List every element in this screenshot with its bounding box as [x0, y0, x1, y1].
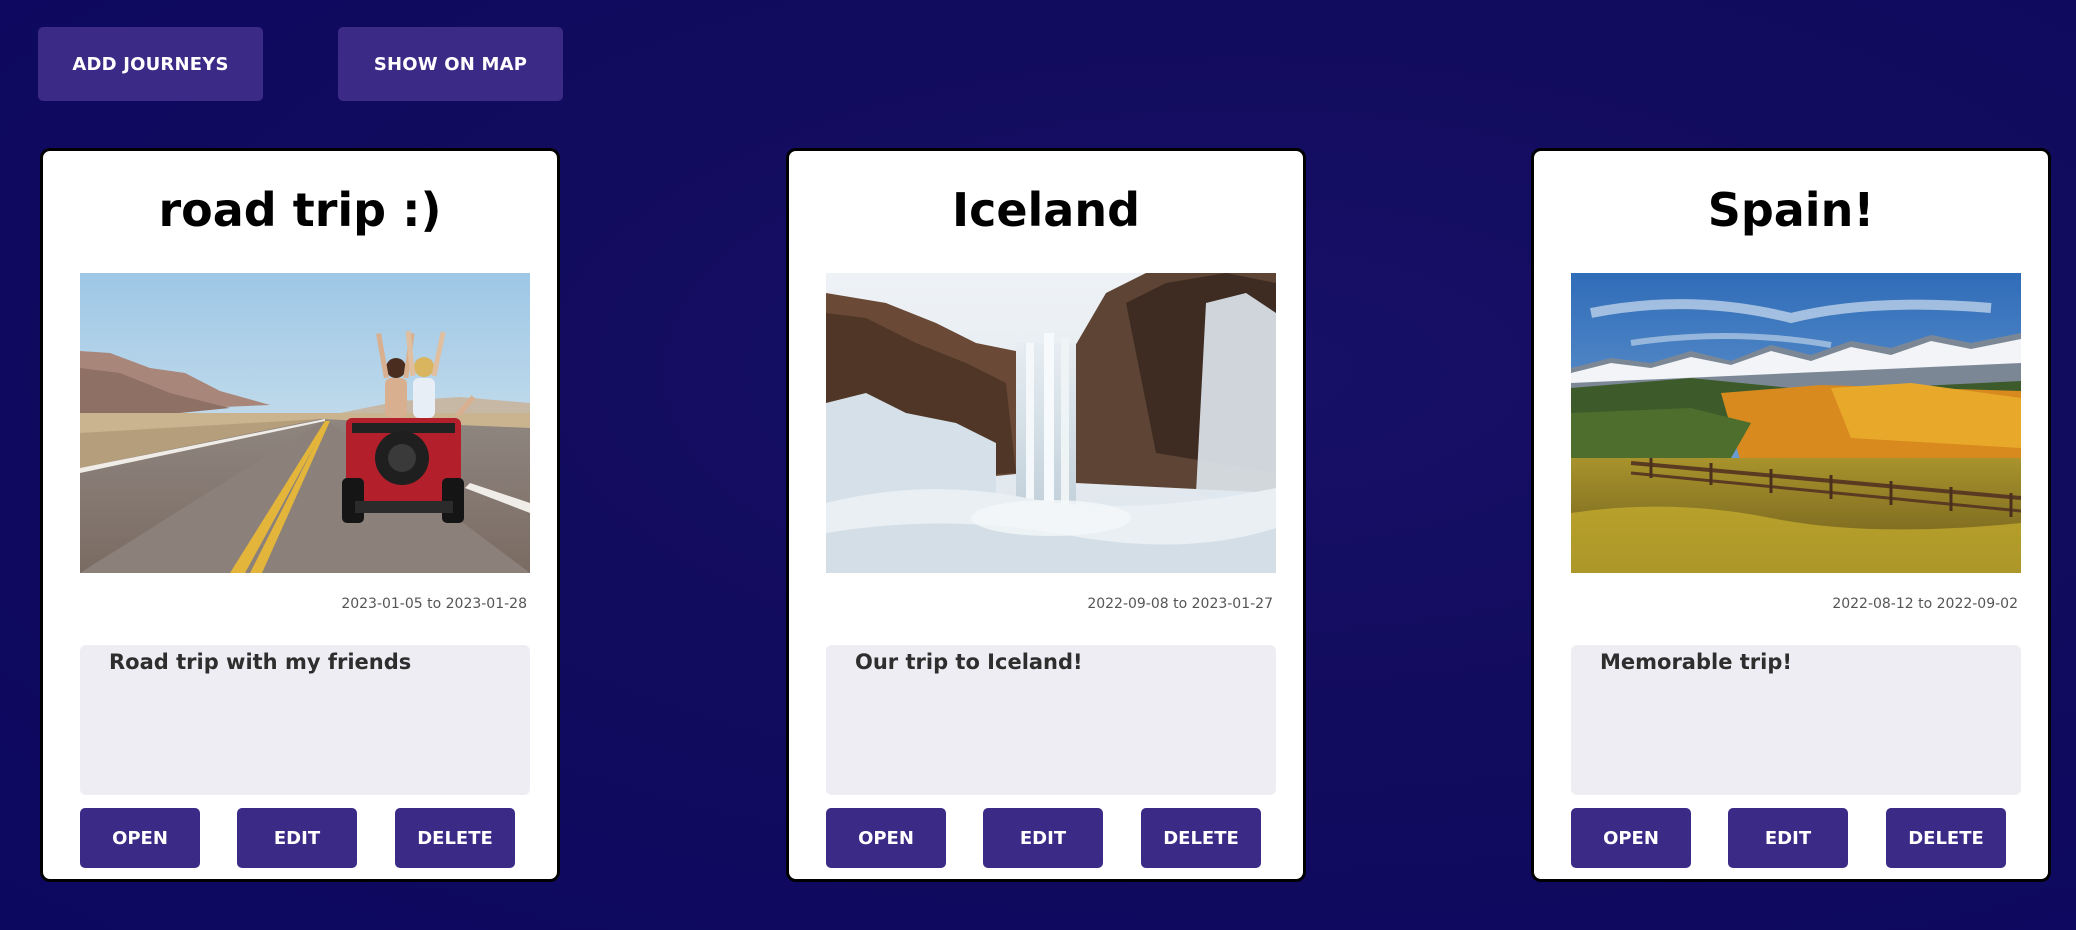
journey-image	[826, 273, 1276, 573]
journey-title: Spain!	[1707, 183, 1875, 237]
open-button[interactable]: OPEN	[80, 808, 200, 868]
delete-button[interactable]: DELETE	[1141, 808, 1261, 868]
journey-dates: 2022-09-08 to 2023-01-27	[1087, 596, 1273, 612]
journey-description: Road trip with my friends	[80, 645, 530, 795]
delete-button[interactable]: DELETE	[1886, 808, 2006, 868]
edit-button[interactable]: EDIT	[1728, 808, 1848, 868]
journey-description: Memorable trip!	[1571, 645, 2021, 795]
edit-button[interactable]: EDIT	[237, 808, 357, 868]
delete-button[interactable]: DELETE	[395, 808, 515, 868]
journey-description: Our trip to Iceland!	[826, 645, 1276, 795]
journey-dates: 2022-08-12 to 2022-09-02	[1832, 596, 2018, 612]
journey-image	[80, 273, 530, 573]
show-on-map-button[interactable]: SHOW ON MAP	[338, 27, 563, 101]
add-journeys-button[interactable]: ADD JOURNEYS	[38, 27, 263, 101]
journey-dates: 2023-01-05 to 2023-01-28	[341, 596, 527, 612]
edit-button[interactable]: EDIT	[983, 808, 1103, 868]
journey-card: Iceland 2022-09-08 to 2023-01-27 Our tri…	[786, 148, 1306, 882]
journey-card: Spain! 2022-08-12 to 2022-09-02 Memorabl…	[1531, 148, 2051, 882]
open-button[interactable]: OPEN	[826, 808, 946, 868]
journey-card: road trip :) 2023-01-05 to 2023-01-28 Ro…	[40, 148, 560, 882]
journey-image	[1571, 273, 2021, 573]
open-button[interactable]: OPEN	[1571, 808, 1691, 868]
journey-title: road trip :)	[158, 183, 442, 237]
journey-title: Iceland	[951, 183, 1141, 237]
